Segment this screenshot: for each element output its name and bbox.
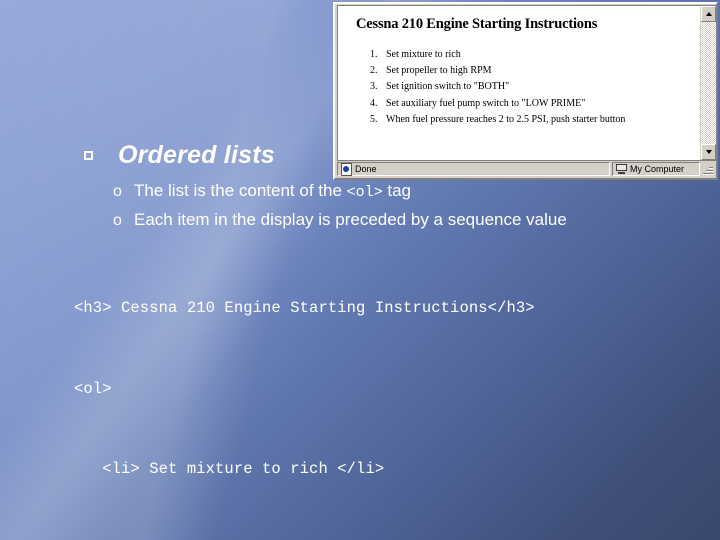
square-bullet-icon xyxy=(84,151,93,160)
bullet-item-1-text: The list is the content of the <ol> tag xyxy=(134,182,411,200)
circle-bullet-icon: o xyxy=(113,183,122,200)
heading-row: Ordered lists xyxy=(84,141,275,170)
code-line: <li> Set mixture to rich </li> xyxy=(74,460,385,479)
slide-content: Ordered lists o The list is the content … xyxy=(0,0,720,540)
slide: Cessna 210 Engine Starting Instructions … xyxy=(0,0,720,540)
code-line: <h3> Cessna 210 Engine Starting Instruct… xyxy=(74,298,535,317)
code-line: <ol> xyxy=(74,379,112,398)
bullet-1-part-c: tag xyxy=(382,181,411,200)
bullet-item-2-text: Each item in the display is preceded by … xyxy=(134,210,567,229)
bullet-item-1: o The list is the content of the <ol> ta… xyxy=(113,182,411,200)
circle-bullet-icon: o xyxy=(113,212,122,229)
page-title: Ordered lists xyxy=(118,141,275,169)
bullet-item-2: o Each item in the display is preceded b… xyxy=(113,211,567,229)
html-code-sample: <h3> Cessna 210 Engine Starting Instruct… xyxy=(74,241,704,540)
bullet-1-code-ol: <ol> xyxy=(346,184,383,201)
bullet-1-part-a: The list is the content of the xyxy=(134,181,347,200)
